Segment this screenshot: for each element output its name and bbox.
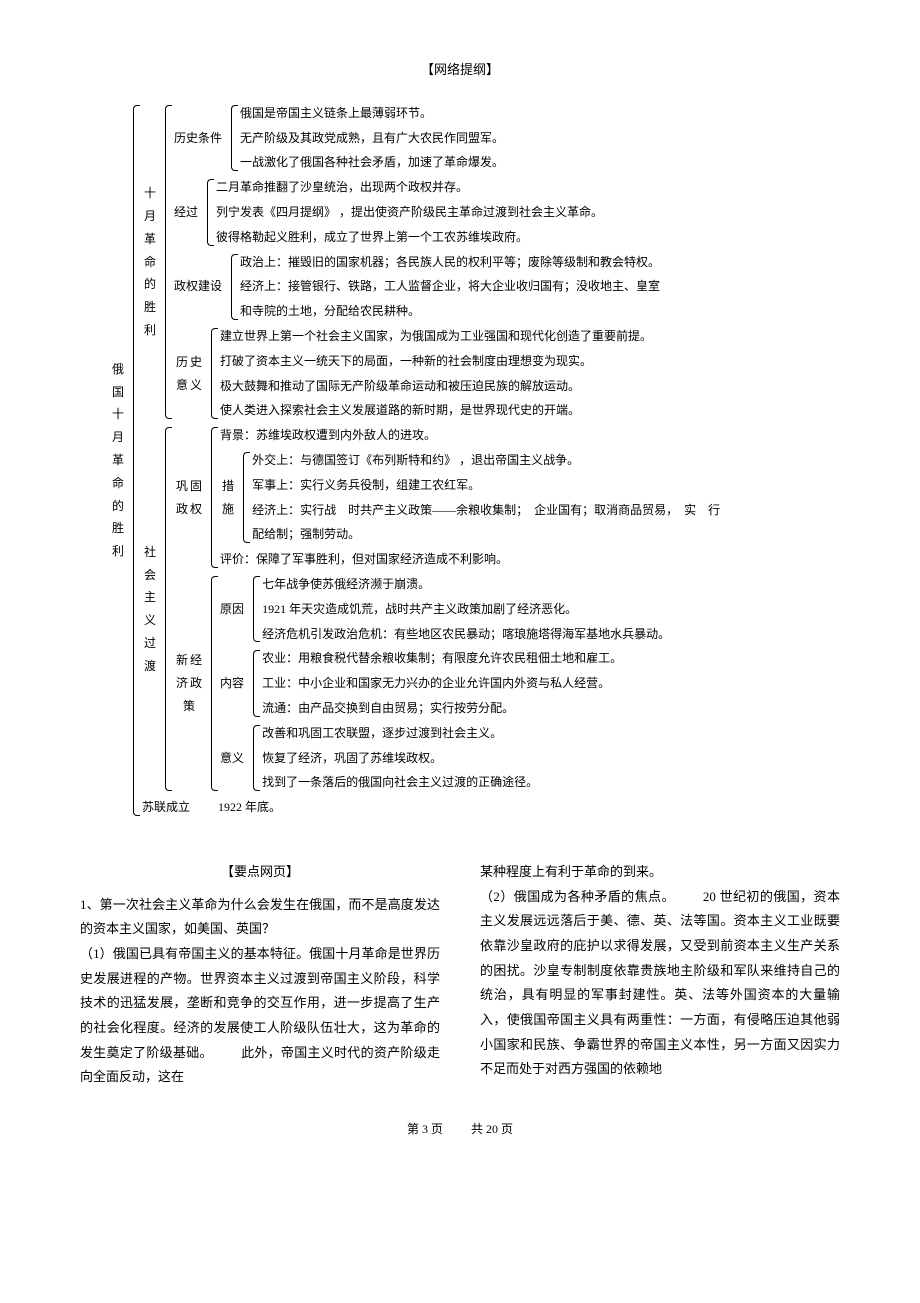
branch-label: 措 施 bbox=[220, 448, 238, 547]
branch-label: 原因 bbox=[220, 572, 248, 646]
outline-item: 打破了资本主义一统天下的局面，一种新的社会制度由理想变为现实。 bbox=[220, 349, 652, 374]
outline-item: 配给制；强制劳动。 bbox=[252, 522, 720, 547]
brace-icon bbox=[228, 250, 238, 324]
outline-item: 极大鼓舞和推动了国际无产阶级革命运动和被压迫民族的解放运动。 bbox=[220, 374, 652, 399]
body-span: 20 世纪初的俄国，资本主义发展远远落后于美、德、英、法等国。资本主义工业既要依… bbox=[480, 889, 840, 1077]
brace-icon bbox=[162, 101, 172, 423]
outline-item: 和寺院的土地，分配给农民耕种。 bbox=[240, 299, 660, 324]
outline-item: 恢复了经济，巩固了苏维埃政权。 bbox=[262, 746, 538, 771]
outline-value: 1922 年底。 bbox=[218, 800, 281, 814]
body-text: 1、第一次社会主义革命为什么会发生在俄国，而不是高度发达的资本主义国家，如美国、… bbox=[80, 893, 440, 942]
brace-icon bbox=[130, 101, 140, 820]
page-footer: 第 3 页 共 20 页 bbox=[80, 1120, 840, 1139]
outline-item: 1921 年天灾造成饥荒，战时共产主义政策加剧了经济恶化。 bbox=[262, 597, 670, 622]
outline-item: 经济上：接管银行、铁路，工人监督企业，将大企业收归国有；没收地主、皇室 bbox=[240, 274, 660, 299]
body-text: （1）俄国已具有帝国主义的基本特征。俄国十月革命是世界历史发展进程的产物。世界资… bbox=[80, 942, 440, 1090]
outline-item: 建立世界上第一个社会主义国家，为俄国成为工业强国和现代化创造了重要前提。 bbox=[220, 324, 652, 349]
brace-icon bbox=[208, 324, 218, 423]
section-label: 社 会 主 义 过 渡 bbox=[142, 423, 160, 795]
brace-icon bbox=[208, 572, 218, 795]
body-text: （2）俄国成为各种矛盾的焦点。20 世纪初的俄国，资本主义发展远远落后于美、德、… bbox=[480, 885, 840, 1083]
branch-label: 巩固 政权 bbox=[174, 423, 206, 572]
outline-item: 农业：用粮食税代替余粮收集制；有限度允许农民租佃土地和雇工。 bbox=[262, 646, 622, 671]
brace-icon bbox=[240, 448, 250, 547]
outline-item: 政治上：摧毁旧的国家机器；各民族人民的权利平等；废除等级制和教会特权。 bbox=[240, 250, 660, 275]
outline-header: 【网络提纲】 bbox=[80, 60, 840, 81]
root-label: 俄 国 十 月 革 命 的 胜 利 bbox=[110, 101, 128, 820]
body-span: （1）俄国已具有帝国主义的基本特征。俄国十月革命是世界历史发展进程的产物。世界资… bbox=[80, 946, 440, 1060]
key-points-section: 【要点网页】 1、第一次社会主义革命为什么会发生在俄国，而不是高度发达的资本主义… bbox=[80, 860, 840, 1090]
branch-label: 新经 济政 策 bbox=[174, 572, 206, 795]
brace-icon bbox=[250, 572, 260, 646]
outline-item: 工业：中小企业和国家无力兴办的企业允许国内外资与私人经营。 bbox=[262, 671, 622, 696]
outline-item: 一战激化了俄国各种社会矛盾，加速了革命爆发。 bbox=[240, 150, 504, 175]
outline-item: 找到了一条落后的俄国向社会主义过渡的正确途径。 bbox=[262, 770, 538, 795]
outline-item: 彼得格勒起义胜利，成立了世界上第一个工农苏维埃政府。 bbox=[216, 225, 603, 250]
column-right: 某种程度上有利于革命的到来。 （2）俄国成为各种矛盾的焦点。20 世纪初的俄国，… bbox=[480, 860, 840, 1090]
brace-icon bbox=[250, 721, 260, 795]
brace-icon bbox=[228, 101, 238, 175]
key-points-header: 【要点网页】 bbox=[80, 860, 440, 885]
outline-item: 改善和巩固工农联盟，逐步过渡到社会主义。 bbox=[262, 721, 538, 746]
body-span: （2）俄国成为各种矛盾的焦点。 bbox=[480, 889, 675, 904]
body-text: 某种程度上有利于革命的到来。 bbox=[480, 860, 840, 885]
brace-icon bbox=[250, 646, 260, 720]
outline-item: 经济危机引发政治危机：有些地区农民暴动；喀琅施塔得海军基地水兵暴动。 bbox=[262, 622, 670, 647]
outline-item: 军事上：实行义务兵役制，组建工农红军。 bbox=[252, 473, 720, 498]
outline-item: 七年战争使苏俄经济濒于崩溃。 bbox=[262, 572, 670, 597]
branch-label: 经过 bbox=[174, 175, 202, 249]
branch-label: 意义 bbox=[220, 721, 248, 795]
branch-label: 苏联成立 bbox=[142, 800, 190, 814]
brace-icon bbox=[204, 175, 214, 249]
outline-item: 二月革命推翻了沙皇统治，出现两个政权并存。 bbox=[216, 175, 603, 200]
page-total: 共 20 页 bbox=[471, 1122, 513, 1136]
section-label: 十 月 革 命 的 胜 利 bbox=[142, 101, 160, 423]
outline-item: 评价：保障了军事胜利，但对国家经济造成不利影响。 bbox=[220, 547, 720, 572]
branch-label: 内容 bbox=[220, 646, 248, 720]
branch-label: 政权建设 bbox=[174, 250, 226, 324]
branch-label: 历史条件 bbox=[174, 101, 226, 175]
outline-item: 列宁发表《四月提纲》 ，提出使资产阶级民主革命过渡到社会主义革命。 bbox=[216, 200, 603, 225]
outline-item: 无产阶级及其政党成熟，且有广大农民作同盟军。 bbox=[240, 126, 504, 151]
outline-item: 流通：由产品交换到自由贸易；实行按劳分配。 bbox=[262, 696, 622, 721]
outline-item: 俄国是帝国主义链条上最薄弱环节。 bbox=[240, 101, 504, 126]
page-number: 第 3 页 bbox=[407, 1122, 443, 1136]
column-left: 【要点网页】 1、第一次社会主义革命为什么会发生在俄国，而不是高度发达的资本主义… bbox=[80, 860, 440, 1090]
outline-item: 外交上：与德国签订《布列斯特和约》 ，退出帝国主义战争。 bbox=[252, 448, 720, 473]
outline-tree: 俄 国 十 月 革 命 的 胜 利 十 月 革 命 的 胜 利 历史条件 俄国是… bbox=[110, 101, 840, 820]
outline-item: 背景：苏维埃政权遭到内外敌人的进攻。 bbox=[220, 423, 720, 448]
outline-item: 苏联成立 1922 年底。 bbox=[142, 795, 720, 820]
branch-label: 历史 意义 bbox=[174, 324, 206, 423]
outline-item: 使人类进入探索社会主义发展道路的新时期，是世界现代史的开端。 bbox=[220, 398, 652, 423]
brace-icon bbox=[208, 423, 218, 572]
outline-item: 经济上：实行战 时共产主义政策——余粮收集制； 企业国有；取消商品贸易， 实 行 bbox=[252, 498, 720, 523]
brace-icon bbox=[162, 423, 172, 795]
